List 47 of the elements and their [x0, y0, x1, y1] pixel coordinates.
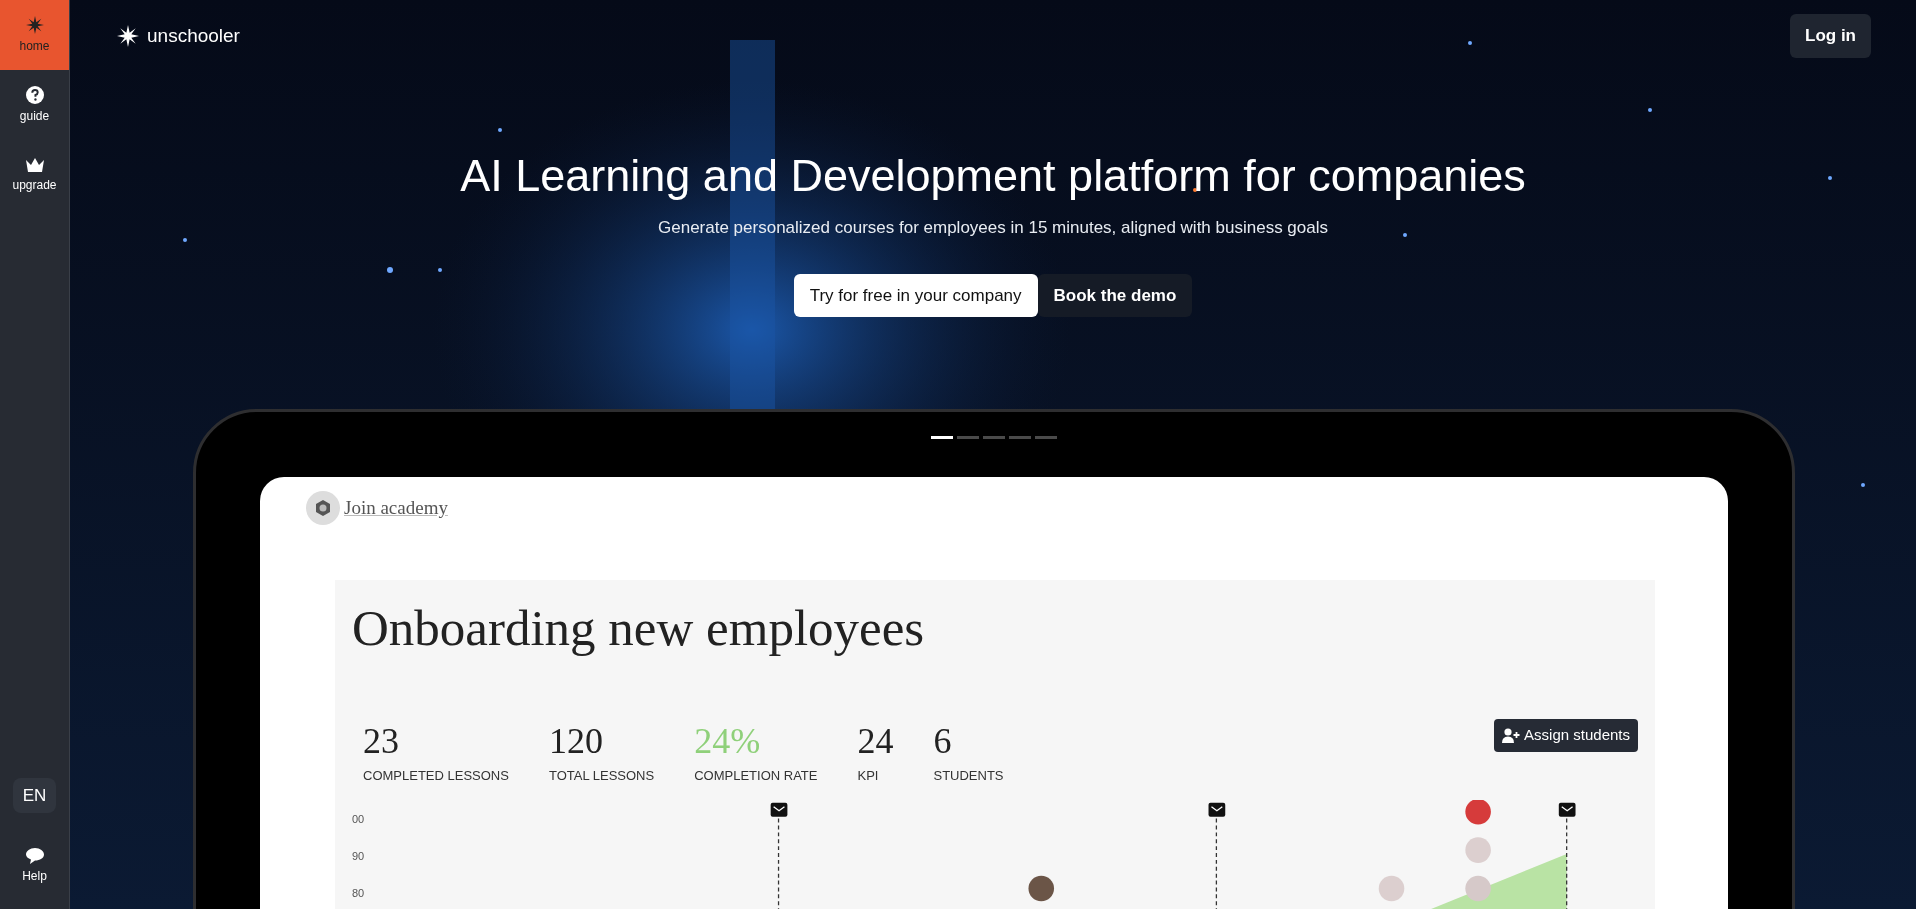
carousel-indicator[interactable] [1009, 436, 1031, 439]
stat-value: 24% [694, 720, 762, 764]
login-button[interactable]: Log in [1790, 14, 1871, 58]
star-icon [25, 15, 44, 34]
stat-value: 120 [548, 720, 604, 764]
assign-students-button[interactable]: Assign students [1494, 719, 1638, 752]
logo-icon [117, 24, 139, 47]
stat-label: KPI [857, 767, 880, 786]
student-avatar [1378, 875, 1404, 901]
carousel-indicator[interactable] [983, 436, 1005, 439]
student-avatar [1464, 837, 1491, 863]
help-button[interactable]: Help [0, 831, 69, 901]
student-avatar [1027, 875, 1054, 901]
stat-value: 24 [857, 720, 894, 764]
help-icon [25, 85, 44, 104]
academy-logo-icon [306, 491, 340, 525]
student-avatar [1464, 799, 1491, 825]
language-button[interactable]: EN [12, 777, 57, 813]
sidebar-item[interactable]: upgrade [0, 140, 69, 210]
axis-label: 80 [352, 885, 366, 900]
envelope-icon[interactable] [1558, 802, 1576, 817]
course-title: Onboarding new employees [352, 599, 926, 658]
hero-subtitle: Generate personalized courses for employees in 15 minutes, aligned with business goals [657, 216, 1329, 239]
hero-title: AI Learning and Development platform for companies [459, 148, 1527, 203]
sidebar-item[interactable]: guide [0, 70, 69, 140]
try-free-button[interactable]: Try for free in your company [793, 273, 1038, 317]
axis-label: 90 [352, 848, 366, 863]
envelope-icon[interactable] [1208, 802, 1225, 817]
book-demo-button[interactable]: Book the demo [1037, 273, 1193, 317]
stat-label: COMPLETED LESSONS [363, 767, 509, 786]
envelope-icon[interactable] [770, 802, 787, 817]
stat-label: COMPLETION RATE [694, 767, 818, 786]
stat-value: 6 [933, 720, 953, 764]
carousel-indicator[interactable] [1035, 436, 1057, 439]
crown-icon [24, 156, 45, 173]
stat-label: TOTAL LESSONS [548, 767, 655, 786]
stat-label: STUDENTS [933, 767, 1004, 786]
stat-value: 23 [363, 720, 400, 764]
student-avatar [1464, 875, 1491, 901]
chat-bubble-icon [25, 847, 44, 864]
sidebar-item[interactable]: home [0, 0, 69, 70]
logo-text: unschooler [147, 23, 240, 48]
axis-label: 00 [352, 811, 366, 826]
academy-name[interactable]: Join academy [344, 493, 448, 523]
carousel-indicator[interactable] [931, 436, 953, 439]
carousel-indicator[interactable] [957, 436, 979, 439]
add-user-icon [1502, 727, 1521, 743]
